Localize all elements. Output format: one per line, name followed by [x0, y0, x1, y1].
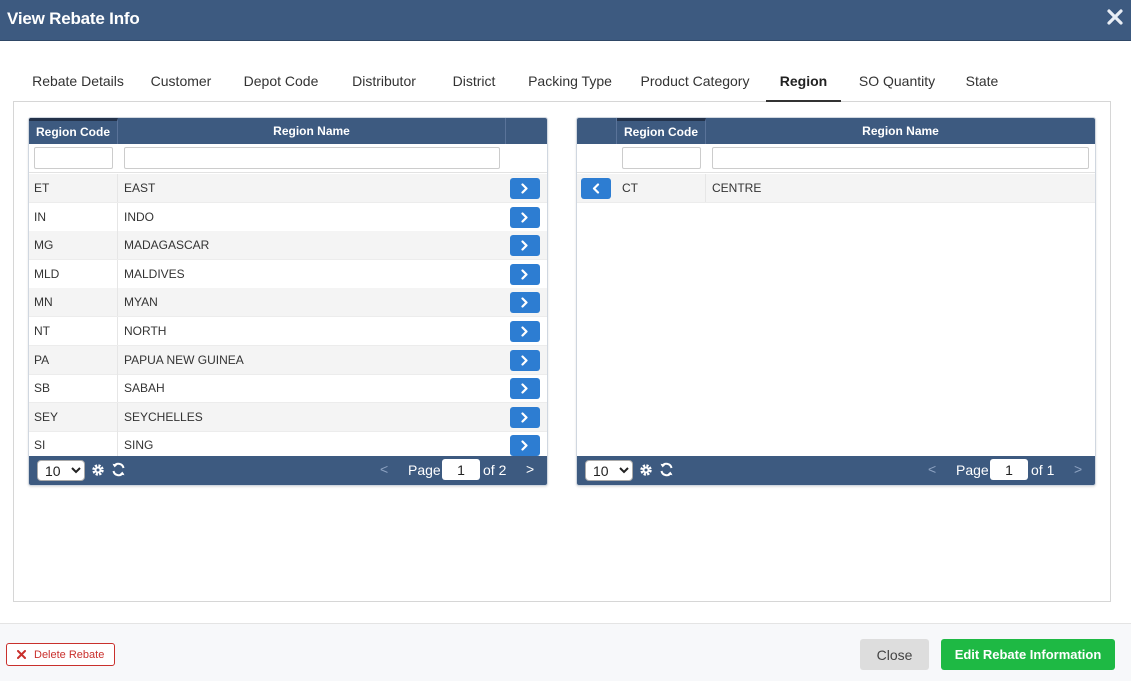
tab-state[interactable]: State	[957, 66, 1007, 102]
column-header-region-code[interactable]: Region Code	[29, 118, 118, 144]
dialog-footer: Delete Rebate Close Edit Rebate Informat…	[0, 623, 1131, 681]
region-name-cell: MALDIVES	[124, 266, 185, 281]
table-row: MLD MALDIVES	[29, 259, 547, 289]
column-header-action	[577, 118, 617, 144]
tab-rebate-details[interactable]: Rebate Details	[19, 66, 137, 102]
page-number-input[interactable]	[442, 459, 480, 480]
move-right-button[interactable]	[510, 435, 540, 457]
region-code-cell: PA	[29, 345, 118, 374]
move-left-button[interactable]	[581, 178, 611, 199]
page-number-input[interactable]	[990, 459, 1028, 480]
move-right-button[interactable]	[510, 321, 540, 342]
dialog-title: View Rebate Info	[7, 9, 140, 28]
prev-page-button[interactable]: <	[928, 461, 936, 477]
region-code-cell: IN	[29, 202, 118, 231]
region-name-cell: NORTH	[124, 324, 167, 338]
region-code-cell: MN	[29, 288, 118, 317]
grid-header: Region Code Region Name	[29, 118, 547, 144]
region-name-cell: MADAGASCAR	[124, 238, 210, 253]
tab-product-category[interactable]: Product Category	[633, 66, 757, 102]
table-row: CT CENTRE	[577, 174, 1095, 203]
delete-rebate-button[interactable]: Delete Rebate	[6, 643, 115, 666]
region-code-cell: CT	[617, 174, 706, 202]
page-count-label: of 1	[1031, 462, 1055, 478]
tab-district[interactable]: District	[441, 66, 507, 102]
region-code-cell: SEY	[29, 402, 118, 431]
region-name-cell: INDO	[124, 209, 154, 224]
table-row: NT NORTH	[29, 317, 547, 346]
region-name-filter-input[interactable]	[124, 147, 500, 169]
tab-packing-type[interactable]: Packing Type	[521, 66, 619, 102]
page-label: Page	[956, 462, 989, 478]
settings-gear-icon[interactable]	[91, 463, 105, 480]
next-page-button[interactable]: >	[1074, 461, 1082, 477]
region-name-cell: MYAN	[124, 295, 158, 310]
region-name-cell: SEYCHELLES	[124, 409, 203, 424]
edit-rebate-information-button[interactable]: Edit Rebate Information	[941, 639, 1115, 670]
prev-page-button[interactable]: <	[380, 461, 388, 477]
selected-regions-grid: Region Code Region Name CT CENTRE 10 < Pa…	[576, 117, 1096, 486]
move-right-button[interactable]	[510, 263, 540, 285]
region-name-cell: SABAH	[124, 381, 165, 396]
tab-distributor[interactable]: Distributor	[341, 66, 427, 102]
tab-bar: Rebate Details Customer Depot Code Distr…	[13, 66, 1111, 102]
table-row: MN MYAN	[29, 288, 547, 318]
tab-customer[interactable]: Customer	[141, 66, 221, 102]
move-right-button[interactable]	[510, 378, 540, 400]
close-button[interactable]: Close	[860, 639, 929, 670]
region-code-filter-input[interactable]	[34, 147, 113, 169]
table-row: IN INDO	[29, 202, 547, 232]
grid-pager: 10 < Page of 2 >	[29, 456, 547, 485]
region-name-cell: PAPUA NEW GUINEA	[124, 352, 244, 367]
table-row: ET EAST	[29, 174, 547, 203]
filter-row	[577, 144, 1095, 173]
move-right-button[interactable]	[510, 178, 540, 199]
settings-gear-icon[interactable]	[639, 463, 653, 480]
region-code-filter-input[interactable]	[622, 147, 701, 169]
page-size-select[interactable]: 10	[37, 460, 85, 481]
tab-depot-code[interactable]: Depot Code	[236, 66, 326, 102]
delete-x-icon	[17, 650, 26, 662]
region-code-cell: MLD	[29, 259, 118, 288]
region-code-cell: NT	[29, 317, 118, 345]
table-row: SEY SEYCHELLES	[29, 402, 547, 432]
region-name-filter-input[interactable]	[712, 147, 1089, 169]
delete-rebate-label: Delete Rebate	[34, 649, 105, 661]
tab-region[interactable]: Region	[766, 66, 841, 102]
region-name-cell: CENTRE	[712, 181, 762, 195]
filter-row	[29, 144, 547, 173]
region-code-cell: ET	[29, 174, 118, 202]
grid-pager: 10 < Page of 1 >	[577, 456, 1095, 485]
column-header-region-code[interactable]: Region Code	[617, 118, 706, 144]
column-header-region-name[interactable]: Region Name	[118, 118, 506, 144]
region-code-cell: SB	[29, 374, 118, 403]
region-code-cell: MG	[29, 231, 118, 260]
dialog-titlebar: View Rebate Info	[0, 0, 1131, 41]
move-right-button[interactable]	[510, 292, 540, 314]
refresh-icon[interactable]	[659, 462, 674, 480]
next-page-button[interactable]: >	[526, 461, 534, 477]
close-dialog-icon[interactable]	[1106, 8, 1124, 26]
move-right-button[interactable]	[510, 206, 540, 228]
page-label: Page	[408, 462, 441, 478]
table-row: MG MADAGASCAR	[29, 231, 547, 261]
available-regions-grid: Region Code Region Name ET EAST IN INDO MG MA…	[28, 117, 548, 486]
tab-so-quantity[interactable]: SO Quantity	[851, 66, 943, 102]
region-name-cell: EAST	[124, 181, 156, 195]
grid-header: Region Code Region Name	[577, 118, 1095, 144]
move-right-button[interactable]	[510, 235, 540, 257]
page-count-label: of 2	[483, 462, 507, 478]
table-row: SB SABAH	[29, 374, 547, 404]
page-size-select[interactable]: 10	[585, 460, 633, 481]
refresh-icon[interactable]	[111, 462, 126, 480]
move-right-button[interactable]	[510, 406, 540, 428]
table-row: PA PAPUA NEW GUINEA	[29, 345, 547, 375]
move-right-button[interactable]	[510, 349, 540, 371]
column-header-region-name[interactable]: Region Name	[706, 118, 1095, 144]
